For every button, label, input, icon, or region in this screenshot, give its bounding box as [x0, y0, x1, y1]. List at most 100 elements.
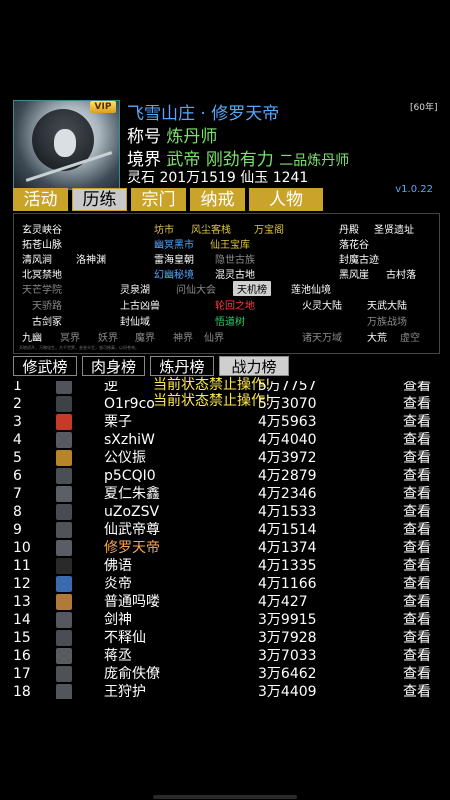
- map-location[interactable]: 冥界: [60, 329, 80, 344]
- subtab-body[interactable]: 肉身榜: [82, 356, 145, 376]
- map-location[interactable]: 古剑冢: [32, 313, 62, 328]
- home-indicator[interactable]: [153, 795, 297, 799]
- player-name: 公仪振: [104, 450, 146, 466]
- rank-row: 10 修罗天帝 4万1374 查看: [0, 539, 450, 557]
- map-location[interactable]: 天骄路: [32, 297, 62, 312]
- player-avatar-icon: [56, 381, 72, 394]
- tab-character[interactable]: 人物: [249, 188, 323, 211]
- power-score: 4万1335: [258, 558, 317, 574]
- map-location[interactable]: 清风涧: [22, 251, 52, 266]
- map-panel: 玄灵峡谷 坊市 风尘客栈 万宝阁 丹殿 圣贤遗址 拓苍山脉 幽冥黑市 仙王宝库 …: [13, 213, 440, 354]
- map-location[interactable]: 拓苍山脉: [22, 236, 62, 251]
- map-location[interactable]: 大荒: [367, 329, 387, 344]
- map-location[interactable]: 妖界: [98, 329, 118, 344]
- map-location[interactable]: 神界: [173, 329, 193, 344]
- player-avatar-icon: [56, 486, 72, 502]
- map-location[interactable]: 幻幽秘境: [154, 266, 194, 281]
- view-button[interactable]: 查看: [403, 557, 431, 575]
- view-button[interactable]: 查看: [403, 381, 431, 395]
- map-location[interactable]: 火灵大陆: [302, 297, 342, 312]
- rank-row: 6 p5CQI0 4万2879 查看: [0, 467, 450, 485]
- map-location[interactable]: 诸天万域: [302, 329, 342, 344]
- rank-number: 14: [13, 612, 31, 628]
- map-location[interactable]: 万宝阁: [254, 221, 284, 236]
- map-location[interactable]: 天芒学院: [22, 281, 62, 296]
- rank-number: 4: [13, 432, 22, 448]
- player-avatar-icon: [56, 468, 72, 484]
- tab-ring[interactable]: 纳戒: [190, 188, 245, 211]
- view-button[interactable]: 查看: [403, 647, 431, 665]
- view-button[interactable]: 查看: [403, 629, 431, 647]
- map-location[interactable]: 魔界: [135, 329, 155, 344]
- power-score: 3万6462: [258, 666, 317, 682]
- tab-training[interactable]: 历练: [72, 188, 127, 211]
- tab-activity[interactable]: 活动: [13, 188, 68, 211]
- map-location[interactable]: 玄灵峡谷: [22, 221, 62, 236]
- map-location[interactable]: 古村落: [386, 266, 416, 281]
- view-button[interactable]: 查看: [403, 485, 431, 503]
- map-location[interactable]: 落花谷: [339, 236, 369, 251]
- power-score: 4万3972: [258, 450, 317, 466]
- view-button[interactable]: 查看: [403, 593, 431, 611]
- map-location[interactable]: 仙界: [204, 329, 224, 344]
- view-button[interactable]: 查看: [403, 521, 431, 539]
- player-name: 仙武帝尊: [104, 522, 160, 538]
- map-location[interactable]: 封仙域: [120, 313, 150, 328]
- player-avatar-icon: [56, 630, 72, 646]
- player-avatar-icon: [56, 594, 72, 610]
- rank-row: 15 不释仙 3万7928 查看: [0, 629, 450, 647]
- map-location[interactable]: 坊市: [154, 221, 174, 236]
- map-location[interactable]: 万族战场: [367, 313, 407, 328]
- map-location[interactable]: 风尘客栈: [191, 221, 231, 236]
- map-location[interactable]: 封魔古迹: [339, 251, 379, 266]
- view-button[interactable]: 查看: [403, 395, 431, 413]
- view-button[interactable]: 查看: [403, 413, 431, 431]
- power-score: 4万5963: [258, 414, 317, 430]
- map-location[interactable]: 丹殿: [339, 221, 359, 236]
- subtab-power[interactable]: 战力榜: [219, 356, 289, 376]
- map-location[interactable]: 问仙大会: [176, 281, 216, 296]
- map-location[interactable]: 幽冥黑市: [154, 236, 194, 251]
- view-button[interactable]: 查看: [403, 611, 431, 629]
- view-button[interactable]: 查看: [403, 683, 431, 699]
- subtab-alchemy[interactable]: 炼丹榜: [150, 356, 214, 376]
- map-location[interactable]: 莲池仙境: [291, 281, 331, 296]
- map-location[interactable]: 混灵古地: [215, 266, 255, 281]
- map-location[interactable]: 天机榜: [233, 281, 271, 296]
- power-score: 4万1166: [258, 576, 317, 592]
- power-score: 3万4409: [258, 684, 317, 699]
- subtab-martial[interactable]: 修武榜: [13, 356, 77, 376]
- map-location[interactable]: 洛神渊: [76, 251, 106, 266]
- map-location[interactable]: 仙王宝库: [210, 236, 250, 251]
- view-button[interactable]: 查看: [403, 449, 431, 467]
- map-location[interactable]: 雷海皇朝: [154, 251, 194, 266]
- player-name: 逆: [104, 381, 118, 394]
- map-location[interactable]: 虚空: [400, 329, 420, 344]
- view-button[interactable]: 查看: [403, 467, 431, 485]
- rank-row: 7 夏仁朱鑫 4万2346 查看: [0, 485, 450, 503]
- player-avatar-icon: [56, 396, 72, 412]
- player-avatar-icon: [56, 540, 72, 556]
- map-location[interactable]: 北冥禁地: [22, 266, 62, 281]
- map-location[interactable]: 圣贤遗址: [374, 221, 414, 236]
- tab-sect[interactable]: 宗门: [131, 188, 186, 211]
- map-location[interactable]: 九幽: [22, 329, 42, 344]
- player-name: 栗子: [104, 414, 132, 430]
- view-button[interactable]: 查看: [403, 431, 431, 449]
- player-avatar[interactable]: [13, 100, 120, 190]
- view-button[interactable]: 查看: [403, 539, 431, 557]
- view-button[interactable]: 查看: [403, 575, 431, 593]
- player-avatar-icon: [56, 576, 72, 592]
- map-location[interactable]: 天武大陆: [367, 297, 407, 312]
- map-location[interactable]: 悟道树: [215, 313, 245, 328]
- avatar-face: [54, 129, 76, 157]
- view-button[interactable]: 查看: [403, 665, 431, 683]
- view-button[interactable]: 查看: [403, 503, 431, 521]
- player-name: uZoZSV: [104, 504, 160, 520]
- map-location[interactable]: 轮回之地: [215, 297, 255, 312]
- player-name: p5CQI0: [104, 468, 156, 484]
- map-location[interactable]: 隐世古族: [215, 251, 255, 266]
- map-location[interactable]: 上古凶兽: [120, 297, 160, 312]
- map-location[interactable]: 黑风崖: [339, 266, 369, 281]
- map-location[interactable]: 灵泉湖: [120, 281, 150, 296]
